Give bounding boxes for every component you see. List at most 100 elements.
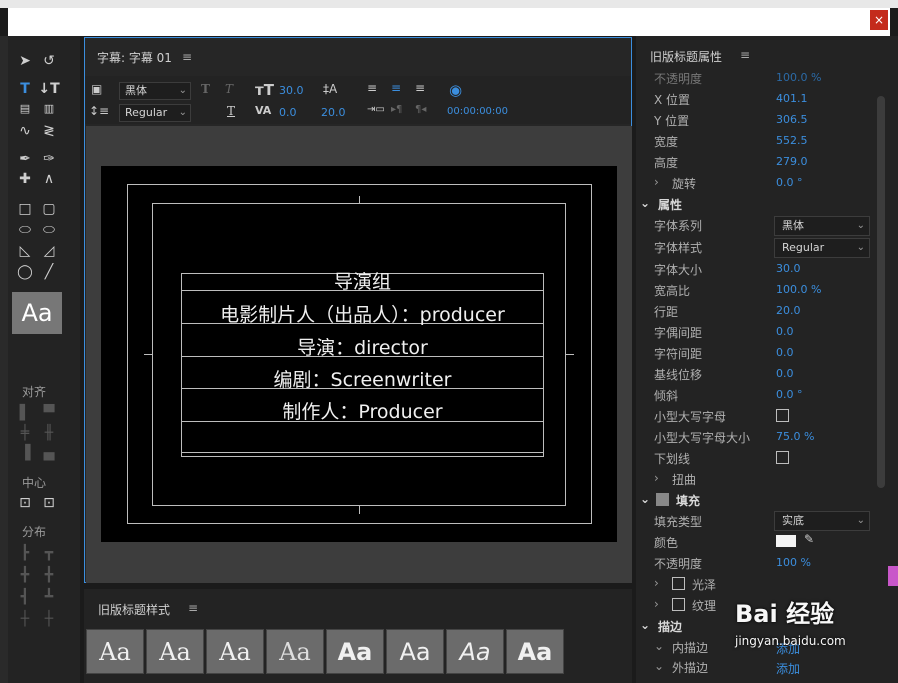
distribute-hcenter-icon[interactable]: ╋ [14,566,36,584]
vertical-area-type-tool-icon[interactable]: ▥ [38,100,60,118]
convert-anchor-tool-icon[interactable]: ∧ [38,170,60,188]
tab-left-icon[interactable]: ▸¶ [391,104,402,115]
align-right-icon[interactable]: ▐ [14,444,36,462]
delete-anchor-tool-icon[interactable]: ✑ [38,150,60,168]
add-anchor-tool-icon[interactable]: ✚ [14,170,36,188]
distribute-hspace-icon[interactable]: ┼ [14,610,36,628]
align-left-text-icon[interactable]: ≡ [367,81,377,95]
center-vertical-icon[interactable]: ⊡ [38,494,60,512]
aspect-value[interactable]: 100.0 % [776,283,821,296]
width-value[interactable]: 552.5 [776,134,808,147]
style-swatch[interactable]: Aa [326,629,384,674]
timecode[interactable]: 00:00:00:00 [447,106,508,117]
selection-tool-icon[interactable]: ➤ [14,52,36,70]
style-swatch[interactable]: Aa [146,629,204,674]
fill-opacity-value[interactable]: 100 % [776,556,811,569]
outer-stroke-expand-icon[interactable]: ⌄ [654,659,664,673]
sheen-checkbox[interactable] [672,577,685,590]
y-position-value[interactable]: 306.5 [776,113,808,126]
align-center-text-icon[interactable]: ≡ [391,81,401,95]
video-frame[interactable]: 导演组 电影制片人（出品人）：producer 导演：director 编剧：S… [101,166,617,542]
arc-tool-icon[interactable]: ◿ [38,242,60,260]
vertical-type-tool-icon[interactable]: ↓T [38,80,60,98]
clipped-corner-tool-icon[interactable]: ⬭ [14,221,36,239]
rotation-value[interactable]: 0.0 ° [776,176,803,189]
properties-section-chevron-icon[interactable]: ⌄ [640,196,650,210]
style-swatch[interactable]: Aa [86,629,144,674]
tab-right-icon[interactable]: ¶◂ [415,104,426,115]
distribute-bottom-icon[interactable]: ┻ [38,588,60,606]
height-value[interactable]: 279.0 [776,155,808,168]
distribute-vcenter-icon[interactable]: ╋ [38,566,60,584]
rounded-corner-tool-icon[interactable]: ⬭ [38,221,60,239]
fill-type-select[interactable]: 实底 ⌄ [774,511,870,531]
style-swatch[interactable]: Aa [386,629,444,674]
distribute-top-icon[interactable]: ┳ [38,544,60,562]
align-top-icon[interactable]: ▀ [38,404,60,422]
align-hcenter-icon[interactable]: ╪ [14,424,36,442]
rotation-expand-icon[interactable]: › [654,175,659,189]
baseline-shift-value[interactable]: 0.0 [776,367,794,380]
ellipse-tool-icon[interactable]: ◯ [14,263,36,281]
properties-section-header[interactable]: 属性 [658,196,682,213]
distribute-vspace-icon[interactable]: ┼ [38,610,60,628]
style-swatch[interactable]: Aa [506,629,564,674]
align-vcenter-icon[interactable]: ╫ [38,424,60,442]
area-type-tool-icon[interactable]: ▤ [14,100,36,118]
kerning-value[interactable]: 0.0 [776,325,794,338]
style-swatch[interactable]: Aa [266,629,324,674]
small-caps-checkbox[interactable] [776,409,789,422]
fill-section-chevron-icon[interactable]: ⌄ [640,492,650,506]
rotation-tool-icon[interactable]: ↺ [38,52,60,70]
center-horizontal-icon[interactable]: ⊡ [14,494,36,512]
properties-panel-menu-icon[interactable]: ≡ [740,48,750,62]
inner-stroke-expand-icon[interactable]: ⌄ [654,639,664,653]
rounded-rectangle-tool-icon[interactable]: ▢ [38,200,60,218]
rectangle-tool-icon[interactable]: □ [14,200,36,218]
eyedropper-icon[interactable]: ✎ [804,532,814,546]
align-left-icon[interactable]: ▌ [14,404,36,422]
style-swatch[interactable]: Aa [206,629,264,674]
font-family-select[interactable]: 黑体 ⌄ [774,216,870,236]
panel-menu-icon[interactable]: ≡ [182,50,192,64]
fill-color-swatch[interactable] [776,535,796,547]
style-swatch[interactable]: Aa [446,629,504,674]
stroke-section-header[interactable]: 描边 [658,618,682,635]
opacity-top-value[interactable]: 100.0 % [776,71,821,84]
sheen-expand-icon[interactable]: › [654,576,659,590]
styles-panel-menu-icon[interactable]: ≡ [188,601,198,615]
bold-icon[interactable]: T [201,82,210,96]
wedge-tool-icon[interactable]: ◺ [14,242,36,260]
align-bottom-icon[interactable]: ▄ [38,444,60,462]
distribute-right-icon[interactable]: ┫ [14,588,36,606]
tab-stops-icon[interactable]: ↕≡ [89,104,109,118]
vertical-path-type-tool-icon[interactable]: ≷ [38,122,60,140]
distribute-left-icon[interactable]: ┣ [14,544,36,562]
type-tool-icon[interactable]: T [14,80,36,98]
pen-tool-icon[interactable]: ✒ [14,150,36,168]
font-style-select[interactable]: Regular ⌄ [774,238,870,258]
align-right-text-icon[interactable]: ≡ [415,81,425,95]
font-size-value[interactable]: 30.0 [776,262,801,275]
x-position-value[interactable]: 401.1 [776,92,808,105]
new-title-icon[interactable]: ▣ [91,82,102,96]
close-button[interactable]: × [870,10,888,30]
leading-value[interactable]: 20.0 [321,106,346,119]
show-background-video-icon[interactable]: ◉ [449,81,462,99]
leading-value[interactable]: 20.0 [776,304,801,317]
tab-icon[interactable]: ⇥▭ [367,104,385,115]
slant-value[interactable]: 0.0 ° [776,388,803,401]
italic-icon[interactable]: T [225,82,233,96]
underline-icon[interactable]: T [227,104,235,118]
distort-expand-icon[interactable]: › [654,471,659,485]
kerning-value[interactable]: 0.0 [279,106,297,119]
underline-checkbox[interactable] [776,451,789,464]
text-box[interactable]: 导演组 电影制片人（出品人）：producer 导演：director 编剧：S… [181,271,544,457]
tracking-value[interactable]: 0.0 [776,346,794,359]
path-type-tool-icon[interactable]: ∿ [14,122,36,140]
font-style-select[interactable]: Regular ⌄ [119,104,191,122]
fill-checkbox[interactable] [656,493,669,506]
stroke-section-chevron-icon[interactable]: ⌄ [640,618,650,632]
line-tool-icon[interactable]: ╱ [38,263,60,281]
font-size-value[interactable]: 30.0 [279,84,304,97]
